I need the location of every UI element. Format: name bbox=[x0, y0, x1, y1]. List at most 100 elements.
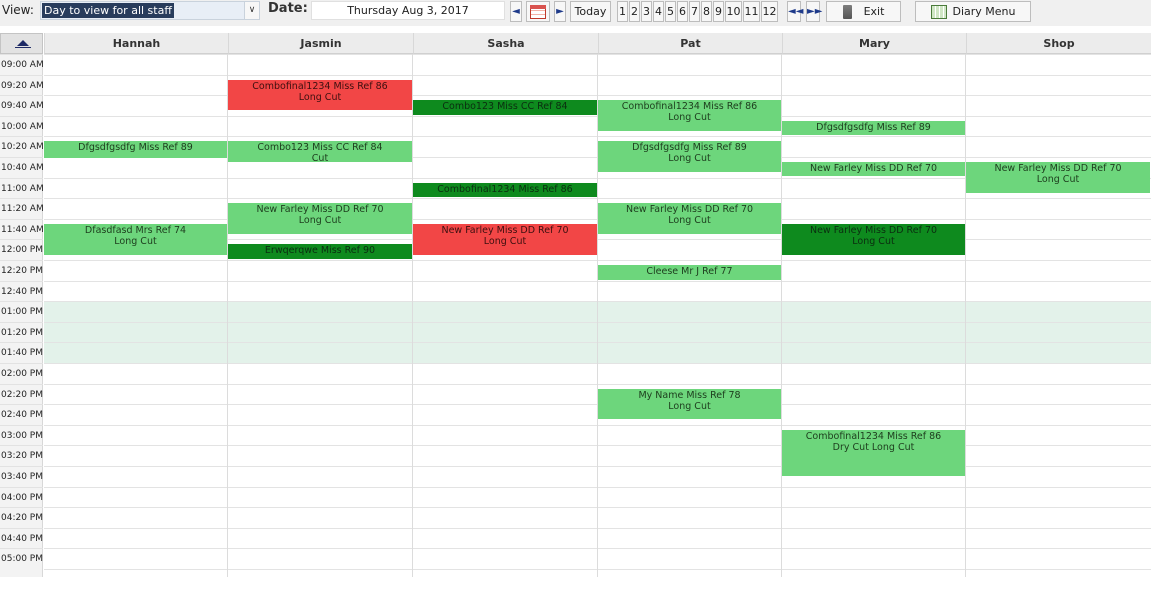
day-button-11[interactable]: 11 bbox=[743, 1, 760, 22]
time-label: 12:00 PM bbox=[0, 239, 43, 259]
column-header-jasmin[interactable]: Jasmin bbox=[228, 33, 413, 54]
time-label: 05:00 PM bbox=[0, 548, 43, 568]
arrow-up-icon bbox=[17, 40, 29, 46]
fast-forward-button[interactable]: ►► bbox=[806, 1, 822, 22]
appointment-block[interactable]: New Farley Miss DD Ref 70 Long Cut bbox=[782, 223, 965, 255]
time-label: 02:00 PM bbox=[0, 363, 43, 383]
appointment-block[interactable]: New Farley Miss DD Ref 70 Long Cut bbox=[413, 223, 597, 255]
time-label: 10:40 AM bbox=[0, 157, 43, 177]
appointment-block[interactable]: My Name Miss Ref 78 Long Cut bbox=[598, 388, 781, 420]
time-label: 09:00 AM bbox=[0, 54, 43, 74]
time-label: 09:40 AM bbox=[0, 95, 43, 115]
day-button-3[interactable]: 3 bbox=[641, 1, 652, 22]
appointment-service: Long Cut bbox=[1036, 174, 1080, 185]
appointment-block[interactable]: New Farley Miss DD Ref 70 bbox=[782, 162, 965, 177]
appointment-block[interactable]: Dfgsdfgsdfg Miss Ref 89 Long Cut bbox=[598, 141, 781, 173]
column-header-mary[interactable]: Mary bbox=[782, 33, 966, 54]
appointment-block[interactable]: Combofinal1234 Miss Ref 86 Long Cut bbox=[228, 79, 412, 111]
calendar-icon bbox=[530, 5, 546, 19]
calendar-grid-icon bbox=[930, 5, 947, 19]
appointment-block[interactable]: New Farley Miss DD Ref 70 Long Cut bbox=[966, 162, 1150, 193]
column-divider bbox=[227, 54, 228, 577]
appointment-client: My Name Miss Ref 78 bbox=[638, 389, 741, 401]
column-divider bbox=[412, 54, 413, 577]
day-button-10[interactable]: 10 bbox=[725, 1, 742, 22]
exit-button[interactable]: Exit bbox=[826, 1, 901, 22]
appointment-block[interactable]: Combo123 Miss CC Ref 84 Cut bbox=[228, 141, 412, 162]
rewind-button[interactable]: ◄◄ bbox=[787, 1, 804, 22]
appointment-client: New Farley Miss DD Ref 70 bbox=[994, 163, 1122, 174]
time-label: 04:40 PM bbox=[0, 527, 43, 548]
day-button-7[interactable]: 7 bbox=[689, 1, 700, 22]
day-button-5[interactable]: 5 bbox=[665, 1, 676, 22]
time-label: 10:20 AM bbox=[0, 136, 43, 156]
day-button-6[interactable]: 6 bbox=[677, 1, 688, 22]
time-label: 03:20 PM bbox=[0, 445, 43, 465]
appointment-client: Combofinal1234 Miss Ref 86 bbox=[437, 183, 573, 195]
appointment-block[interactable]: New Farley Miss DD Ref 70 Long Cut bbox=[228, 203, 412, 235]
column-header-hannah[interactable]: Hannah bbox=[44, 33, 228, 54]
time-label: 11:20 AM bbox=[0, 198, 43, 218]
appointment-block[interactable]: Cleese Mr J Ref 77 bbox=[598, 265, 781, 281]
appointment-client: Combo123 Miss CC Ref 84 bbox=[442, 101, 568, 113]
time-label: 12:20 PM bbox=[0, 260, 43, 280]
time-label: 12:40 PM bbox=[0, 280, 43, 301]
time-label: 01:20 PM bbox=[0, 321, 43, 342]
day-button-4[interactable]: 4 bbox=[653, 1, 664, 22]
day-button-9[interactable]: 9 bbox=[713, 1, 724, 22]
view-select[interactable]: Day to view for all staff ∨ bbox=[40, 1, 260, 20]
date-field[interactable]: Thursday Aug 3, 2017 bbox=[311, 1, 505, 20]
view-select-value[interactable]: Day to view for all staff bbox=[42, 3, 174, 18]
appointment-block[interactable]: Combo123 Miss CC Ref 84 bbox=[413, 100, 597, 115]
date-label: Date: bbox=[268, 1, 308, 16]
time-label: 10:00 AM bbox=[0, 115, 43, 136]
appointment-block[interactable]: Combofinal1234 Miss Ref 86 Long Cut bbox=[598, 100, 781, 132]
day-button-1[interactable]: 1 bbox=[617, 1, 628, 22]
column-divider bbox=[965, 54, 966, 577]
time-label: 01:40 PM bbox=[0, 342, 43, 362]
column-header-sasha[interactable]: Sasha bbox=[413, 33, 598, 54]
arrow-left-icon: ◄ bbox=[512, 6, 520, 17]
today-button[interactable]: Today bbox=[570, 1, 611, 22]
diary-menu-button[interactable]: Diary Menu bbox=[915, 1, 1031, 22]
sort-toggle-button[interactable] bbox=[0, 33, 43, 54]
door-icon bbox=[842, 5, 852, 19]
time-label: 03:00 PM bbox=[0, 424, 43, 445]
appointment-client: Dfgsdfgsdfg Miss Ref 89 bbox=[632, 142, 747, 154]
exit-button-label: Exit bbox=[863, 5, 885, 18]
next-day-button[interactable]: ► bbox=[554, 1, 566, 22]
time-column: 09:00 AM 09:20 AM 09:40 AM 10:00 AM 10:20 AM… bbox=[0, 54, 43, 577]
double-arrow-left-icon: ◄◄ bbox=[788, 6, 804, 17]
appointment-block[interactable]: Erwqerqwe Miss Ref 90 bbox=[228, 244, 412, 259]
column-header-pat[interactable]: Pat bbox=[598, 33, 782, 54]
day-button-2[interactable]: 2 bbox=[629, 1, 640, 22]
time-label: 04:20 PM bbox=[0, 507, 43, 527]
appointment-block[interactable]: Combofinal1234 Miss Ref 86 bbox=[413, 182, 597, 197]
appointment-block[interactable]: New Farley Miss DD Ref 70 Long Cut bbox=[598, 203, 781, 235]
appointment-service: Long Cut bbox=[298, 91, 342, 103]
time-label: 03:40 PM bbox=[0, 466, 43, 486]
appointment-block[interactable]: Dfgsdfgsdfg Miss Ref 89 bbox=[44, 141, 227, 158]
appointment-client: New Farley Miss DD Ref 70 bbox=[256, 204, 384, 216]
appointment-client: Combofinal1234 Miss Ref 86 bbox=[805, 430, 942, 442]
diary-menu-label: Diary Menu bbox=[952, 5, 1016, 18]
appointment-block[interactable]: Dfgsdfgsdfg Miss Ref 89 bbox=[782, 120, 965, 136]
appointment-client: New Farley Miss DD Ref 70 bbox=[809, 224, 938, 236]
toolbar: View: Day to view for all staff ∨ Date: … bbox=[0, 0, 1151, 26]
appointment-client: Dfgsdfgsdfg Miss Ref 89 bbox=[816, 121, 931, 133]
appointment-client: Cleese Mr J Ref 77 bbox=[646, 266, 733, 277]
view-label: View: bbox=[2, 3, 34, 17]
day-button-8[interactable]: 8 bbox=[701, 1, 712, 22]
appointment-service: Long Cut bbox=[483, 235, 527, 247]
arrow-right-icon: ► bbox=[556, 6, 564, 17]
appointment-block[interactable]: Dfasdfasd Mrs Ref 74 Long Cut bbox=[44, 223, 227, 255]
time-label: 01:00 PM bbox=[0, 301, 43, 321]
chevron-down-icon[interactable]: ∨ bbox=[244, 2, 259, 19]
appointment-block[interactable]: Combofinal1234 Miss Ref 86 Dry Cut Long C… bbox=[782, 429, 965, 477]
appointment-service: Long Cut bbox=[668, 400, 711, 412]
day-button-12[interactable]: 12 bbox=[761, 1, 778, 22]
calendar-button[interactable] bbox=[526, 1, 550, 22]
time-label: 11:00 AM bbox=[0, 177, 43, 198]
column-header-shop[interactable]: Shop bbox=[966, 33, 1151, 54]
prev-day-button[interactable]: ◄ bbox=[510, 1, 522, 22]
